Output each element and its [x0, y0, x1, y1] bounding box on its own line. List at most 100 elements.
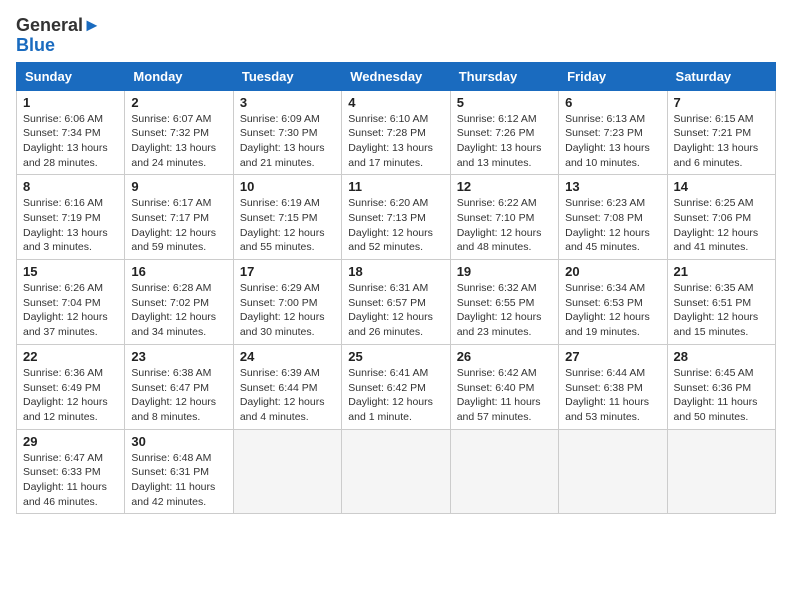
logo-text: General► Blue [16, 16, 101, 56]
calendar-cell: 30Sunrise: 6:48 AM Sunset: 6:31 PM Dayli… [125, 429, 233, 514]
header-day-saturday: Saturday [667, 62, 775, 90]
calendar-cell: 21 Sunrise: 6:35 AM Sunset: 6:51 PM Dayli… [667, 260, 775, 345]
day-info: Sunrise: 6:26 AM Sunset: 7:04 PM Dayligh… [23, 281, 118, 340]
day-info: Sunrise: 6:32 AM Sunset: 6:55 PM Dayligh… [457, 281, 552, 340]
day-number: 20 [565, 264, 660, 279]
calendar-cell: 16Sunrise: 6:28 AM Sunset: 7:02 PM Dayli… [125, 260, 233, 345]
week-row-1: 1 Sunrise: 6:06 AM Sunset: 7:34 PM Daylig… [17, 90, 776, 175]
calendar-cell: 13 Sunrise: 6:23 AM Sunset: 7:08 PM Dayli… [559, 175, 667, 260]
day-info: Sunrise: 6:06 AM Sunset: 7:34 PM Dayligh… [23, 112, 118, 171]
day-info: Sunrise: 6:22 AM Sunset: 7:10 PM Dayligh… [457, 196, 552, 255]
day-number: 24 [240, 349, 335, 364]
header: General► Blue [16, 16, 776, 56]
calendar-cell: 18 Sunrise: 6:31 AM Sunset: 6:57 PM Dayli… [342, 260, 450, 345]
calendar-cell: 27 Sunrise: 6:44 AM Sunset: 6:38 PM Dayli… [559, 344, 667, 429]
day-number: 22 [23, 349, 118, 364]
calendar-cell [667, 429, 775, 514]
day-info: Sunrise: 6:44 AM Sunset: 6:38 PM Dayligh… [565, 366, 660, 425]
calendar-cell: 6Sunrise: 6:13 AM Sunset: 7:23 PM Daylig… [559, 90, 667, 175]
day-number: 12 [457, 179, 552, 194]
day-info: Sunrise: 6:13 AM Sunset: 7:23 PM Dayligh… [565, 112, 660, 171]
day-number: 13 [565, 179, 660, 194]
day-number: 14 [674, 179, 769, 194]
day-number: 15 [23, 264, 118, 279]
day-info: Sunrise: 6:47 AM Sunset: 6:33 PM Dayligh… [23, 451, 118, 510]
day-info: Sunrise: 6:34 AM Sunset: 6:53 PM Dayligh… [565, 281, 660, 340]
calendar-cell: 15 Sunrise: 6:26 AM Sunset: 7:04 PM Dayli… [17, 260, 125, 345]
day-number: 18 [348, 264, 443, 279]
calendar-cell: 14 Sunrise: 6:25 AM Sunset: 7:06 PM Dayli… [667, 175, 775, 260]
day-info: Sunrise: 6:19 AM Sunset: 7:15 PM Dayligh… [240, 196, 335, 255]
day-info: Sunrise: 6:41 AM Sunset: 6:42 PM Dayligh… [348, 366, 443, 425]
day-number: 21 [674, 264, 769, 279]
day-number: 28 [674, 349, 769, 364]
calendar-cell [342, 429, 450, 514]
day-info: Sunrise: 6:25 AM Sunset: 7:06 PM Dayligh… [674, 196, 769, 255]
calendar-cell: 11 Sunrise: 6:20 AM Sunset: 7:13 PM Dayli… [342, 175, 450, 260]
day-info: Sunrise: 6:09 AM Sunset: 7:30 PM Dayligh… [240, 112, 335, 171]
day-info: Sunrise: 6:36 AM Sunset: 6:49 PM Dayligh… [23, 366, 118, 425]
calendar-cell: 1 Sunrise: 6:06 AM Sunset: 7:34 PM Daylig… [17, 90, 125, 175]
day-info: Sunrise: 6:31 AM Sunset: 6:57 PM Dayligh… [348, 281, 443, 340]
day-number: 3 [240, 95, 335, 110]
week-row-5: 29 Sunrise: 6:47 AM Sunset: 6:33 PM Dayli… [17, 429, 776, 514]
header-day-monday: Monday [125, 62, 233, 90]
day-number: 9 [131, 179, 226, 194]
day-number: 10 [240, 179, 335, 194]
day-number: 7 [674, 95, 769, 110]
day-info: Sunrise: 6:17 AM Sunset: 7:17 PM Dayligh… [131, 196, 226, 255]
day-number: 11 [348, 179, 443, 194]
header-day-thursday: Thursday [450, 62, 558, 90]
calendar-cell: 23 Sunrise: 6:38 AM Sunset: 6:47 PM Dayli… [125, 344, 233, 429]
day-number: 25 [348, 349, 443, 364]
day-info: Sunrise: 6:35 AM Sunset: 6:51 PM Dayligh… [674, 281, 769, 340]
calendar-cell: 24Sunrise: 6:39 AM Sunset: 6:44 PM Dayli… [233, 344, 341, 429]
day-number: 19 [457, 264, 552, 279]
day-info: Sunrise: 6:15 AM Sunset: 7:21 PM Dayligh… [674, 112, 769, 171]
day-info: Sunrise: 6:10 AM Sunset: 7:28 PM Dayligh… [348, 112, 443, 171]
day-number: 26 [457, 349, 552, 364]
day-number: 27 [565, 349, 660, 364]
calendar-cell: 17Sunrise: 6:29 AM Sunset: 7:00 PM Dayli… [233, 260, 341, 345]
logo: General► Blue [16, 16, 101, 56]
calendar-cell: 4 Sunrise: 6:10 AM Sunset: 7:28 PM Daylig… [342, 90, 450, 175]
calendar-cell: 28Sunrise: 6:45 AM Sunset: 6:36 PM Dayli… [667, 344, 775, 429]
calendar-cell: 29 Sunrise: 6:47 AM Sunset: 6:33 PM Dayli… [17, 429, 125, 514]
day-info: Sunrise: 6:29 AM Sunset: 7:00 PM Dayligh… [240, 281, 335, 340]
day-info: Sunrise: 6:23 AM Sunset: 7:08 PM Dayligh… [565, 196, 660, 255]
day-info: Sunrise: 6:16 AM Sunset: 7:19 PM Dayligh… [23, 196, 118, 255]
day-number: 23 [131, 349, 226, 364]
day-info: Sunrise: 6:07 AM Sunset: 7:32 PM Dayligh… [131, 112, 226, 171]
day-number: 5 [457, 95, 552, 110]
day-info: Sunrise: 6:42 AM Sunset: 6:40 PM Dayligh… [457, 366, 552, 425]
header-day-friday: Friday [559, 62, 667, 90]
day-number: 4 [348, 95, 443, 110]
day-number: 1 [23, 95, 118, 110]
calendar-cell: 10 Sunrise: 6:19 AM Sunset: 7:15 PM Dayli… [233, 175, 341, 260]
calendar-cell: 19 Sunrise: 6:32 AM Sunset: 6:55 PM Dayli… [450, 260, 558, 345]
calendar-cell: 22 Sunrise: 6:36 AM Sunset: 6:49 PM Dayli… [17, 344, 125, 429]
day-info: Sunrise: 6:38 AM Sunset: 6:47 PM Dayligh… [131, 366, 226, 425]
calendar-cell: 26 Sunrise: 6:42 AM Sunset: 6:40 PM Dayli… [450, 344, 558, 429]
week-row-4: 22 Sunrise: 6:36 AM Sunset: 6:49 PM Dayli… [17, 344, 776, 429]
calendar-cell: 8 Sunrise: 6:16 AM Sunset: 7:19 PM Daylig… [17, 175, 125, 260]
calendar-cell: 2Sunrise: 6:07 AM Sunset: 7:32 PM Daylig… [125, 90, 233, 175]
header-row: SundayMondayTuesdayWednesdayThursdayFrid… [17, 62, 776, 90]
day-number: 29 [23, 434, 118, 449]
logo-line2: Blue [16, 36, 101, 56]
day-number: 30 [131, 434, 226, 449]
calendar-table: SundayMondayTuesdayWednesdayThursdayFrid… [16, 62, 776, 515]
header-day-wednesday: Wednesday [342, 62, 450, 90]
day-info: Sunrise: 6:20 AM Sunset: 7:13 PM Dayligh… [348, 196, 443, 255]
calendar-cell [450, 429, 558, 514]
calendar-cell [233, 429, 341, 514]
day-info: Sunrise: 6:12 AM Sunset: 7:26 PM Dayligh… [457, 112, 552, 171]
logo-line1: General► [16, 16, 101, 36]
day-number: 8 [23, 179, 118, 194]
calendar-cell: 7 Sunrise: 6:15 AM Sunset: 7:21 PM Daylig… [667, 90, 775, 175]
week-row-3: 15 Sunrise: 6:26 AM Sunset: 7:04 PM Dayli… [17, 260, 776, 345]
calendar-cell: 3 Sunrise: 6:09 AM Sunset: 7:30 PM Daylig… [233, 90, 341, 175]
calendar-cell: 5 Sunrise: 6:12 AM Sunset: 7:26 PM Daylig… [450, 90, 558, 175]
calendar-cell: 9 Sunrise: 6:17 AM Sunset: 7:17 PM Daylig… [125, 175, 233, 260]
calendar-cell: 25 Sunrise: 6:41 AM Sunset: 6:42 PM Dayli… [342, 344, 450, 429]
